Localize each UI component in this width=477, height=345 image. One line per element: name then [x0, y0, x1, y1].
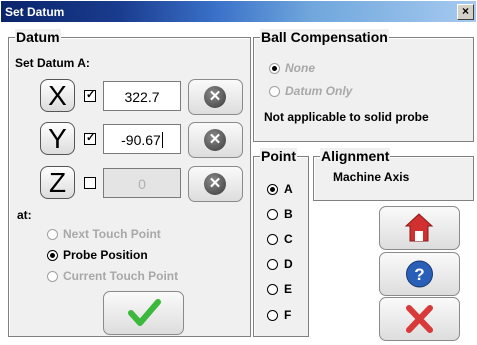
point-f-radio[interactable]	[267, 310, 278, 321]
clear-x-icon: ✕	[204, 86, 226, 108]
axis-z-checkbox[interactable]	[84, 177, 96, 189]
window-title: Set Datum	[5, 5, 65, 19]
axis-y-button[interactable]: Y	[40, 122, 75, 155]
ball-comp-datum-only-label: Datum Only	[285, 84, 353, 98]
point-group: Point	[253, 148, 309, 337]
close-button[interactable]: ×	[457, 4, 474, 20]
axis-z-label: Z	[48, 167, 67, 198]
next-touch-point-radio[interactable]	[47, 229, 58, 240]
axis-x-label: X	[48, 80, 67, 111]
close-icon: ×	[461, 4, 469, 18]
ball-comp-none-radio[interactable]	[269, 63, 280, 74]
point-legend: Point	[260, 148, 297, 164]
current-touch-point-label: Current Touch Point	[63, 269, 179, 283]
alignment-value: Machine Axis	[333, 170, 410, 184]
point-c-radio[interactable]	[267, 234, 278, 245]
point-b-label: B	[284, 207, 293, 221]
point-c-label: C	[284, 232, 293, 246]
cancel-x-icon	[406, 305, 433, 333]
point-e-radio[interactable]	[267, 284, 278, 295]
set-datum-dialog: Set Datum × Datum Set Datum A: X ✓ 322.7…	[0, 0, 477, 345]
axis-y-label: Y	[48, 123, 67, 154]
axis-z-value-field[interactable]: 0	[103, 168, 181, 198]
axis-z-button[interactable]: Z	[40, 166, 75, 199]
alignment-legend: Alignment	[320, 148, 391, 164]
current-touch-point-radio[interactable]	[47, 271, 58, 282]
probe-position-label: Probe Position	[63, 248, 148, 262]
check-mark-icon: ✓	[86, 89, 96, 101]
set-datum-label: Set Datum A:	[15, 56, 90, 70]
axis-x-value-field[interactable]: 322.7	[103, 81, 181, 111]
axis-x-clear-button[interactable]: ✕	[188, 79, 243, 115]
home-button[interactable]	[379, 206, 460, 250]
clear-x-icon: ✕	[204, 173, 226, 195]
at-label: at:	[17, 208, 32, 222]
clear-x-icon: ✕	[204, 129, 226, 151]
title-bar: Set Datum ×	[1, 1, 476, 22]
point-a-radio[interactable]	[267, 184, 278, 195]
check-icon	[128, 299, 161, 326]
point-d-radio[interactable]	[267, 259, 278, 270]
point-d-label: D	[284, 257, 293, 271]
help-button[interactable]: ?	[379, 252, 460, 296]
ok-button[interactable]	[103, 291, 184, 335]
probe-position-radio[interactable]	[47, 250, 58, 261]
axis-x-value: 322.7	[124, 89, 160, 105]
ball-comp-none-label: None	[285, 61, 315, 75]
point-a-label: A	[284, 182, 293, 196]
datum-legend: Datum	[15, 29, 61, 45]
point-e-label: E	[284, 282, 293, 296]
ball-comp-note: Not applicable to solid probe	[264, 110, 429, 124]
svg-text:?: ?	[414, 265, 424, 284]
help-icon: ?	[406, 260, 433, 288]
axis-x-button[interactable]: X	[40, 79, 75, 112]
point-b-radio[interactable]	[267, 209, 278, 220]
point-f-label: F	[284, 308, 292, 322]
check-mark-icon: ✓	[86, 132, 96, 144]
next-touch-point-label: Next Touch Point	[63, 227, 161, 241]
home-icon	[404, 213, 434, 242]
axis-z-clear-button[interactable]: ✕	[188, 166, 243, 202]
axis-z-value: 0	[138, 176, 146, 192]
axis-y-clear-button[interactable]: ✕	[188, 122, 243, 158]
axis-y-value-field[interactable]: -90.67	[103, 124, 181, 154]
axis-x-checkbox[interactable]: ✓	[84, 89, 96, 102]
ball-comp-datum-only-radio[interactable]	[269, 86, 280, 97]
ball-compensation-legend: Ball Compensation	[260, 29, 389, 45]
cancel-button[interactable]	[379, 297, 460, 341]
axis-y-checkbox[interactable]: ✓	[84, 132, 96, 145]
axis-y-value: -90.67	[121, 132, 161, 148]
